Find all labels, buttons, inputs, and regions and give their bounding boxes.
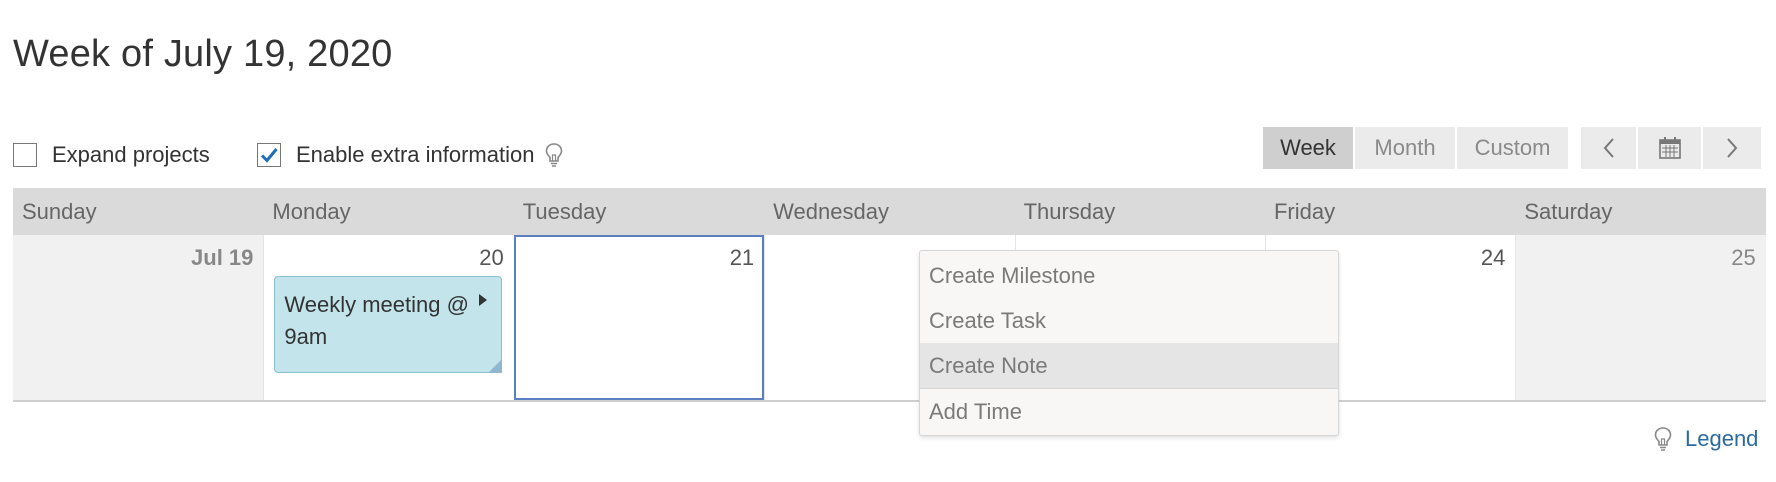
expand-arrow-icon[interactable] [478, 293, 488, 307]
corner-fold-icon [488, 359, 503, 373]
menu-item-create-milestone[interactable]: Create Milestone [920, 253, 1338, 298]
day-cell-sunday[interactable]: Jul 19 [13, 235, 264, 400]
menu-item-add-time[interactable]: Add Time [920, 389, 1338, 434]
weekday-header: Sunday Monday Tuesday Wednesday Thursday… [13, 188, 1766, 235]
extra-info-option[interactable]: Enable extra information [257, 140, 564, 170]
lightbulb-icon [1653, 426, 1673, 452]
weekday-friday: Friday [1273, 198, 1336, 224]
lightbulb-icon[interactable] [544, 142, 564, 168]
expand-projects-checkbox[interactable] [13, 143, 37, 167]
next-week-button[interactable] [1703, 127, 1761, 169]
day-number: 25 [1731, 245, 1756, 270]
legend-link[interactable]: Legend [1653, 424, 1758, 454]
date-picker-button[interactable] [1638, 127, 1701, 169]
week-view-button[interactable]: Week [1263, 127, 1353, 169]
extra-info-checkbox[interactable] [257, 143, 281, 167]
context-menu: Create Milestone Create Task Create Note… [919, 250, 1339, 436]
day-number: 24 [1480, 245, 1506, 270]
chevron-right-icon [1727, 138, 1738, 158]
day-number: 20 [479, 245, 504, 270]
event-title: Weekly meeting @ 9am [284, 292, 469, 349]
day-number: 21 [729, 245, 755, 270]
day-number: Jul 19 [191, 245, 254, 270]
expand-projects-label: Expand projects [52, 142, 210, 167]
weekday-sunday: Sunday [22, 198, 97, 224]
menu-item-create-task[interactable]: Create Task [920, 298, 1338, 343]
expand-projects-option[interactable]: Expand projects [13, 140, 210, 170]
weekday-wednesday: Wednesday [773, 198, 889, 224]
menu-item-create-note[interactable]: Create Note [920, 343, 1338, 389]
custom-view-button[interactable]: Custom [1457, 127, 1568, 169]
day-cell-tuesday[interactable]: 21 [513, 235, 765, 400]
weekday-saturday: Saturday [1524, 198, 1613, 224]
day-cell-monday[interactable]: 20 Weekly meeting @ 9am [263, 235, 514, 400]
extra-info-label: Enable extra information [296, 142, 535, 167]
week-calendar: Sunday Monday Tuesday Wednesday Thursday… [13, 188, 1766, 402]
weekday-thursday: Thursday [1023, 198, 1116, 224]
date-navigation [1581, 127, 1763, 169]
previous-week-button[interactable] [1581, 127, 1636, 169]
day-cell-saturday[interactable]: 25 [1515, 235, 1766, 400]
weekday-monday: Monday [272, 198, 351, 224]
calendar-icon [1658, 137, 1681, 159]
page-title: Week of July 19, 2020 [13, 33, 393, 75]
calendar-event[interactable]: Weekly meeting @ 9am [274, 276, 503, 373]
weekday-tuesday: Tuesday [522, 198, 607, 224]
week-row: Jul 19 20 Weekly meeting @ 9am 21 24 25 [13, 235, 1766, 402]
checkmark-icon [260, 148, 278, 163]
view-switcher: Week Month Custom [1263, 127, 1570, 169]
legend-label: Legend [1685, 426, 1759, 451]
month-view-button[interactable]: Month [1355, 127, 1455, 169]
chevron-left-icon [1603, 138, 1614, 158]
